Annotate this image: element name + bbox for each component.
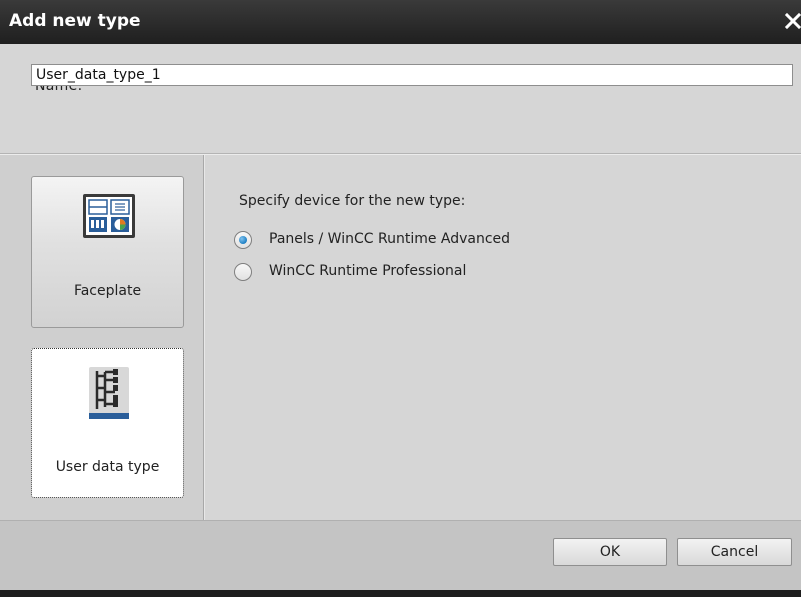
user-data-type-button[interactable]: User data type: [31, 348, 184, 498]
close-icon[interactable]: [782, 10, 801, 32]
ok-button[interactable]: OK: [553, 538, 667, 566]
name-input[interactable]: [31, 64, 793, 86]
footer-divider: [0, 520, 801, 521]
faceplate-button[interactable]: Faceplate: [31, 176, 184, 328]
user-data-type-label: User data type: [55, 459, 160, 475]
window-bottom-edge: [0, 590, 801, 597]
name-section: Name:: [0, 44, 801, 154]
radio-label: WinCC Runtime Professional: [269, 263, 467, 279]
title-bar: Add new type: [0, 0, 801, 44]
device-panel: [205, 155, 801, 520]
dialog-title: Add new type: [9, 11, 141, 31]
radio-label: Panels / WinCC Runtime Advanced: [269, 231, 511, 247]
radio-button-checked[interactable]: [234, 231, 252, 249]
user-data-type-icon: [81, 363, 137, 423]
faceplate-label: Faceplate: [73, 283, 142, 299]
add-new-type-dialog: Add new type Name: User_data_type_1 Face…: [0, 0, 801, 597]
cancel-button[interactable]: Cancel: [677, 538, 792, 566]
radio-button[interactable]: [234, 263, 252, 281]
faceplate-icon: [82, 193, 136, 239]
specify-device-label: Specify device for the new type:: [239, 193, 466, 209]
